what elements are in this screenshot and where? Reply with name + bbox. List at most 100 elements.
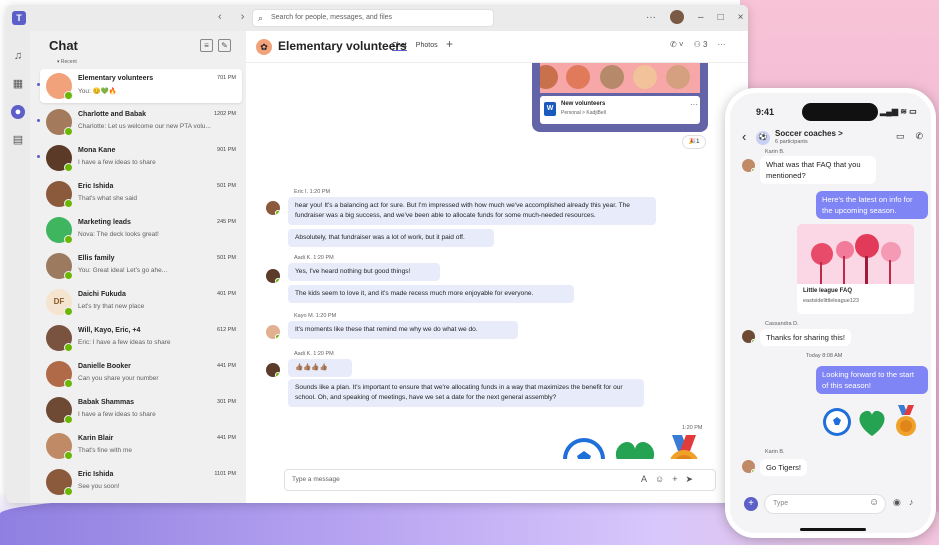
minimize-button[interactable]: –	[698, 12, 704, 23]
avatar-initials: DF	[53, 297, 65, 306]
avatar	[266, 363, 280, 377]
file-more-icon[interactable]: ···	[690, 100, 698, 109]
link-url: eastsidelittleleague123	[803, 298, 859, 304]
chat-name: Babak Shammas	[78, 399, 135, 406]
emoji-icon[interactable]: ☺	[869, 497, 879, 508]
files-icon[interactable]: ▤	[11, 133, 25, 147]
presence-badge	[64, 235, 73, 244]
message-bubble[interactable]: Sounds like a plan. It's important to en…	[288, 379, 644, 407]
chat-name: Ellis family	[78, 255, 115, 262]
chat-list-item[interactable]: Charlotte and Babak Charlotte: Let us wel…	[37, 105, 242, 139]
tab-photos[interactable]: Photos	[416, 42, 438, 51]
desktop-background: T ‹ › ⌕ Search for people, messages, and…	[0, 0, 939, 545]
format-icon[interactable]: A	[641, 474, 647, 485]
add-tab-button[interactable]: +	[446, 37, 453, 51]
search-input[interactable]: ⌕ Search for people, messages, and files	[252, 9, 494, 27]
presence-badge	[64, 307, 73, 316]
message-bubble[interactable]: 👍🏽👍🏽👍🏽👍🏽	[288, 359, 352, 377]
presence-badge	[275, 210, 280, 215]
filter-icon[interactable]: ≡	[200, 39, 213, 52]
shared-file-card[interactable]: W New volunteers Personal > KadjiBell ··…	[532, 63, 708, 132]
chat-list-item[interactable]: Mona Kane I have a few ideas to share 901 …	[37, 141, 242, 175]
message-bubble[interactable]: What was that FAQ that you mentioned?	[760, 156, 876, 184]
more-icon[interactable]: ···	[717, 40, 725, 49]
avatar	[266, 325, 280, 339]
message-bubble[interactable]: The kids seem to love it, and it's made …	[288, 285, 574, 303]
message-bubble[interactable]: Go Tigers!	[760, 459, 808, 476]
profile-avatar[interactable]	[670, 10, 684, 24]
chat-time: 301 PM	[217, 399, 236, 405]
link-preview-card[interactable]: Little league FAQ eastsidelittleleague12…	[797, 224, 914, 314]
microphone-icon[interactable]: ♪	[909, 497, 914, 508]
message-bubble[interactable]: hear you! It's a balancing act for sure.…	[288, 197, 656, 225]
file-attachment[interactable]: W New volunteers Personal > KadjiBell ··…	[540, 96, 700, 124]
video-icon[interactable]: ▭	[896, 131, 905, 142]
chat-name: Elementary volunteers	[78, 75, 154, 82]
medal-icon	[670, 435, 698, 459]
maximize-button[interactable]: □	[718, 12, 724, 23]
chat-preview: You: 😊💚🔥	[78, 88, 117, 95]
back-icon[interactable]: ‹	[742, 129, 746, 144]
presence-badge	[64, 271, 73, 280]
group-avatar: ✿	[256, 39, 272, 55]
camera-icon[interactable]: ◉	[893, 497, 901, 508]
message-bubble[interactable]: Yes, I've heard nothing but good things!	[288, 263, 440, 281]
reaction-badge[interactable]: 🎉1	[682, 135, 706, 149]
chat-header: ✿ Elementary volunteers Chat Photos + ✆ …	[246, 31, 748, 63]
presence-badge	[64, 127, 73, 136]
chat-list-item[interactable]: Will, Kayo, Eric, +4 Eric: I have a few i…	[40, 321, 242, 355]
title-bar: T ‹ › ⌕ Search for people, messages, and…	[6, 5, 748, 31]
call-icon[interactable]: ✆	[916, 131, 924, 142]
history-nav[interactable]: ‹ ›	[218, 11, 252, 23]
call-icon[interactable]: ✆ ˅	[670, 40, 684, 49]
unread-dot	[37, 155, 40, 158]
close-button[interactable]: ×	[738, 12, 744, 23]
avatar	[600, 65, 624, 89]
green-heart-icon	[615, 442, 655, 459]
presence-badge	[64, 91, 73, 100]
dynamic-island	[802, 103, 878, 121]
chat-list-item[interactable]: Babak Shammas I have a few ideas to share…	[40, 393, 242, 427]
compose-placeholder: Type a message	[292, 476, 340, 483]
my-message-bubble[interactable]: Looking forward to the start of this sea…	[816, 366, 928, 394]
emoji-icon[interactable]: ☺	[655, 474, 664, 485]
my-message-bubble[interactable]: Here's the latest on info for the upcomi…	[816, 191, 928, 219]
chat-list-item[interactable]: Eric Ishida That's what she said 501 PM	[40, 177, 242, 211]
chat-icon[interactable]: ●	[11, 105, 25, 119]
message-composer[interactable]: Type a message A ☺ + ➤	[284, 469, 716, 491]
add-icon[interactable]: +	[744, 497, 758, 511]
new-chat-icon[interactable]: ✎	[218, 39, 231, 52]
sent-time: 1:20 PM	[682, 425, 703, 431]
message-bubble[interactable]: Thanks for sharing this!	[760, 329, 851, 346]
chat-list-item[interactable]: Danielle Booker Can you share your number…	[40, 357, 242, 391]
calendar-icon[interactable]: ▦	[11, 77, 25, 91]
sent-emoji-row[interactable]	[822, 405, 922, 439]
word-file-icon: W	[544, 102, 556, 116]
avatar	[566, 65, 590, 89]
participants-button[interactable]: ⚇ 3	[694, 40, 708, 49]
phone-message-composer[interactable]: Type ☺	[764, 494, 886, 514]
avatar	[266, 269, 280, 283]
attach-icon[interactable]: +	[672, 474, 677, 485]
sent-emoji-row[interactable]	[560, 435, 710, 459]
message-header: Kayo M. 1:20 PM	[294, 313, 337, 319]
bell-icon[interactable]: ♫	[11, 49, 25, 63]
send-icon[interactable]: ➤	[685, 474, 693, 485]
chat-list-item[interactable]: Ellis family You: Great idea! Let's go ah…	[40, 249, 242, 283]
group-avatar: ⚽	[756, 131, 770, 145]
message-bubble[interactable]: Absolutely, that fundraiser was a lot of…	[288, 229, 494, 247]
chat-list-item[interactable]: Eric Ishida See you soon! 1101 PM	[40, 465, 242, 499]
chat-preview: Can you share your number	[78, 375, 159, 382]
more-options-button[interactable]: ···	[646, 12, 656, 23]
chat-list-item[interactable]: Karin Blair That's fine with me 441 PM	[40, 429, 242, 463]
message-list: W New volunteers Personal > KadjiBell ··…	[246, 63, 748, 459]
chat-list-item[interactable]: Marketing leads Nova: The deck looks grea…	[40, 213, 242, 247]
chat-list-item[interactable]: Elementary volunteers You: 😊💚🔥 701 PM	[37, 69, 242, 103]
group-name[interactable]: Soccer coaches >	[775, 129, 843, 138]
presence-badge	[275, 334, 280, 339]
avatar	[666, 65, 690, 89]
chat-list-item[interactable]: DF Daichi Fukuda Let's try that new place 4…	[40, 285, 242, 319]
status-icons: ▂▄▆ ≋ ▭	[880, 107, 917, 116]
message-bubble[interactable]: It's moments like these that remind me w…	[288, 321, 518, 339]
tab-chat[interactable]: Chat	[392, 42, 407, 51]
